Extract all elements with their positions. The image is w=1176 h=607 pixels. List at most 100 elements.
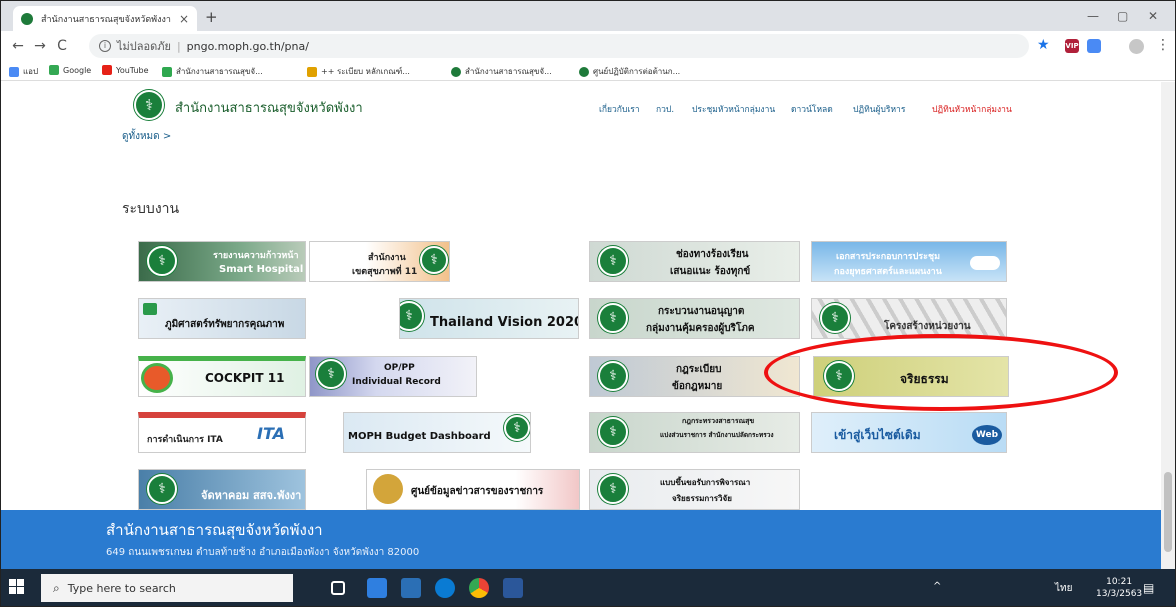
file-explorer-icon[interactable]: [367, 578, 387, 598]
forward-button[interactable]: →: [29, 38, 51, 54]
site-header: ⚕ สำนักงานสาธารณสุขจังหวัดพังงา เกี่ยวกั…: [1, 82, 1161, 126]
apps-icon: [9, 66, 19, 77]
tile-license-process[interactable]: ⚕ กระบวนงานอนุญาต กลุ่มงานคุ้มครองผู้บริ…: [589, 298, 800, 339]
search-icon: ⌕: [53, 580, 60, 595]
security-label: ไม่ปลอดภัย: [117, 40, 171, 53]
input-language[interactable]: ไทย: [1055, 581, 1072, 596]
bookmark-2[interactable]: ++ ระเบียบ หลักเกณฑ์...: [307, 65, 410, 78]
extension-icon[interactable]: VIP: [1065, 39, 1079, 53]
site-footer: สำนักงานสาธารณสุขจังหวัดพังงา 649 ถนนเพช…: [1, 510, 1161, 569]
clock-date: 13/3/2563: [1096, 589, 1143, 599]
maximize-button[interactable]: ▢: [1117, 9, 1128, 23]
tile-geography[interactable]: ภูมิศาสตร์ทรัพยากรคุณภาพ: [138, 298, 306, 339]
clock-time: 10:21: [1106, 577, 1133, 587]
extension-search-icon[interactable]: [1087, 39, 1101, 53]
bookmark-1[interactable]: สำนักงานสาธารณสุขจั...: [162, 65, 263, 78]
bookmark-site-icon: [162, 66, 172, 77]
address-bar[interactable]: i ไม่ปลอดภัย | pngo.moph.go.th/pna/: [89, 34, 1029, 58]
bookmark-4[interactable]: ศูนย์ปฏิบัติการต่อต้านก...: [579, 65, 680, 78]
page-scrollbar[interactable]: [1161, 82, 1175, 569]
search-placeholder: Type here to search: [67, 581, 176, 595]
moph-emblem-icon: ⚕: [147, 474, 177, 504]
nav-kwp[interactable]: กวป.: [656, 102, 674, 116]
cockpit-logo-icon: [141, 363, 173, 393]
nav-meeting[interactable]: ประชุมหัวหน้ากลุ่มงาน: [692, 102, 775, 116]
site-name[interactable]: สำนักงานสาธารณสุขจังหวัดพังงา: [175, 97, 363, 118]
tile-ita[interactable]: การดำเนินการ ITA ITA: [138, 412, 306, 453]
edge-icon[interactable]: [435, 578, 455, 598]
nav-about[interactable]: เกี่ยวกับเรา: [599, 102, 640, 116]
bookmark-star-icon[interactable]: ★: [1037, 37, 1050, 53]
cloud-icon: [970, 256, 1000, 270]
tray-chevron-icon[interactable]: ^: [933, 581, 941, 592]
moph-emblem-icon: ⚕: [598, 246, 628, 276]
windows-start-icon[interactable]: [9, 579, 25, 595]
favicon-icon: [21, 12, 33, 25]
garuda-emblem-icon: [373, 474, 403, 504]
bookmark-apps[interactable]: แอป: [9, 65, 38, 78]
footer-address: 649 ถนนเพชรเกษม ตำบลท้ายช้าง อำเภอเมืองพ…: [106, 547, 420, 558]
tile-meeting-documents[interactable]: เอกสารประกอบการประชุม กองยุทธศาสตร์และแผ…: [811, 241, 1007, 282]
see-all-link[interactable]: ดูทั้งหมด >: [122, 129, 171, 144]
bookmarks-bar: แอป Google YouTube สำนักงานสาธารณสุขจั..…: [1, 61, 1175, 81]
nav-download[interactable]: ดาวน์โหลด: [791, 102, 833, 116]
bookmark-google[interactable]: Google: [49, 65, 91, 75]
profile-avatar[interactable]: [1129, 39, 1144, 54]
windows-taskbar: ⌕ Type here to search ^ ไทย 10:21 13/3/2…: [1, 569, 1175, 606]
moph-emblem-icon: ⚕: [598, 303, 628, 333]
bookmark-3[interactable]: สำนักงานสาธารณสุขจั...: [451, 65, 552, 78]
new-tab-button[interactable]: +: [205, 8, 218, 26]
tile-org-structure[interactable]: ⚕ โครงสร้างหน่วยงาน: [811, 298, 1007, 339]
minimize-button[interactable]: —: [1087, 9, 1099, 23]
moph-emblem-icon: ⚕: [504, 415, 530, 441]
tile-ministerial-regulation[interactable]: ⚕ กฎกระทรวงสาธารณสุข แบ่งส่วนราชการ สำนั…: [589, 412, 800, 453]
reload-button[interactable]: C: [51, 38, 73, 54]
tile-computer-procurement[interactable]: ⚕ จัดหาคอม สสจ.พังงา: [138, 469, 306, 510]
highlight-annotation: [764, 334, 1118, 411]
bookmark-youtube[interactable]: YouTube: [102, 65, 149, 75]
url-text[interactable]: pngo.moph.go.th/pna/: [187, 40, 309, 53]
tile-health-region-11[interactable]: สำนักงาน เขตสุขภาพที่ 11 ⚕: [309, 241, 450, 282]
tab-title: สำนักงานสาธารณสุขจังหวัดพังงา: [41, 14, 171, 25]
menu-icon[interactable]: ⋮: [1156, 37, 1170, 53]
nav-exec-calendar[interactable]: ปฏิทินผู้บริหาร: [853, 102, 905, 116]
mail-icon[interactable]: [401, 578, 421, 598]
bookmark-site-icon: [451, 66, 461, 77]
notifications-icon[interactable]: ▤: [1143, 581, 1154, 595]
moph-emblem-icon: ⚕: [147, 246, 177, 276]
info-icon[interactable]: i: [99, 40, 111, 52]
tile-cockpit-11[interactable]: COCKPIT 11: [138, 356, 306, 397]
tile-budget-dashboard[interactable]: MOPH Budget Dashboard ⚕: [343, 412, 531, 453]
moph-emblem-icon: ⚕: [400, 301, 424, 331]
taskbar-search[interactable]: ⌕ Type here to search: [41, 574, 293, 602]
tile-info-center[interactable]: ศูนย์ข้อมูลข่าวสารของราชการ: [366, 469, 580, 510]
close-window-button[interactable]: ✕: [1148, 9, 1158, 23]
tab-close-icon[interactable]: ×: [179, 12, 189, 26]
scrollbar-thumb[interactable]: [1164, 472, 1172, 552]
moph-emblem-icon: ⚕: [316, 359, 346, 389]
nav-head-calendar[interactable]: ปฏิทินหัวหน้ากลุ่มงาน: [932, 102, 1012, 116]
youtube-icon: [102, 65, 112, 75]
taskbar-clock[interactable]: 10:21 13/3/2563: [1096, 576, 1142, 600]
bookmark-site-icon: [307, 66, 317, 77]
tile-smart-hospital[interactable]: ⚕ รายงานความก้าวหน้า Smart Hospital: [138, 241, 306, 282]
moph-emblem-icon: ⚕: [820, 303, 850, 333]
url-separator: |: [176, 39, 181, 53]
back-button[interactable]: ←: [7, 38, 29, 54]
tile-thailand-vision-2020[interactable]: ⚕ Thailand Vision 2020: [399, 298, 579, 339]
footer-title: สำนักงานสาธารณสุขจังหวัดพังงา: [106, 521, 323, 539]
moph-emblem-icon: ⚕: [598, 474, 628, 504]
word-icon[interactable]: [503, 578, 523, 598]
tile-complaint-channel[interactable]: ⚕ ช่องทางร้องเรียน เสนอแนะ ร้องทุกข์: [589, 241, 800, 282]
chrome-icon[interactable]: [469, 578, 489, 598]
tile-old-website[interactable]: เข้าสู่เว็บไซต์เดิม Web: [811, 412, 1007, 453]
tile-op-pp[interactable]: ⚕ OP/PP Individual Record: [309, 356, 477, 397]
section-title: ระบบงาน: [122, 201, 180, 217]
task-view-icon[interactable]: [331, 581, 345, 595]
bookmark-site-icon: [579, 66, 589, 77]
tile-research-ethics[interactable]: ⚕ แบบขึ้นขอรับการพิจารณา จริยธรรมการวิจั…: [589, 469, 800, 510]
moph-emblem-icon: ⚕: [598, 361, 628, 391]
google-icon: [49, 65, 59, 75]
moph-logo-icon[interactable]: ⚕: [134, 90, 164, 120]
browser-tab[interactable]: สำนักงานสาธารณสุขจังหวัดพังงา ×: [13, 6, 197, 31]
